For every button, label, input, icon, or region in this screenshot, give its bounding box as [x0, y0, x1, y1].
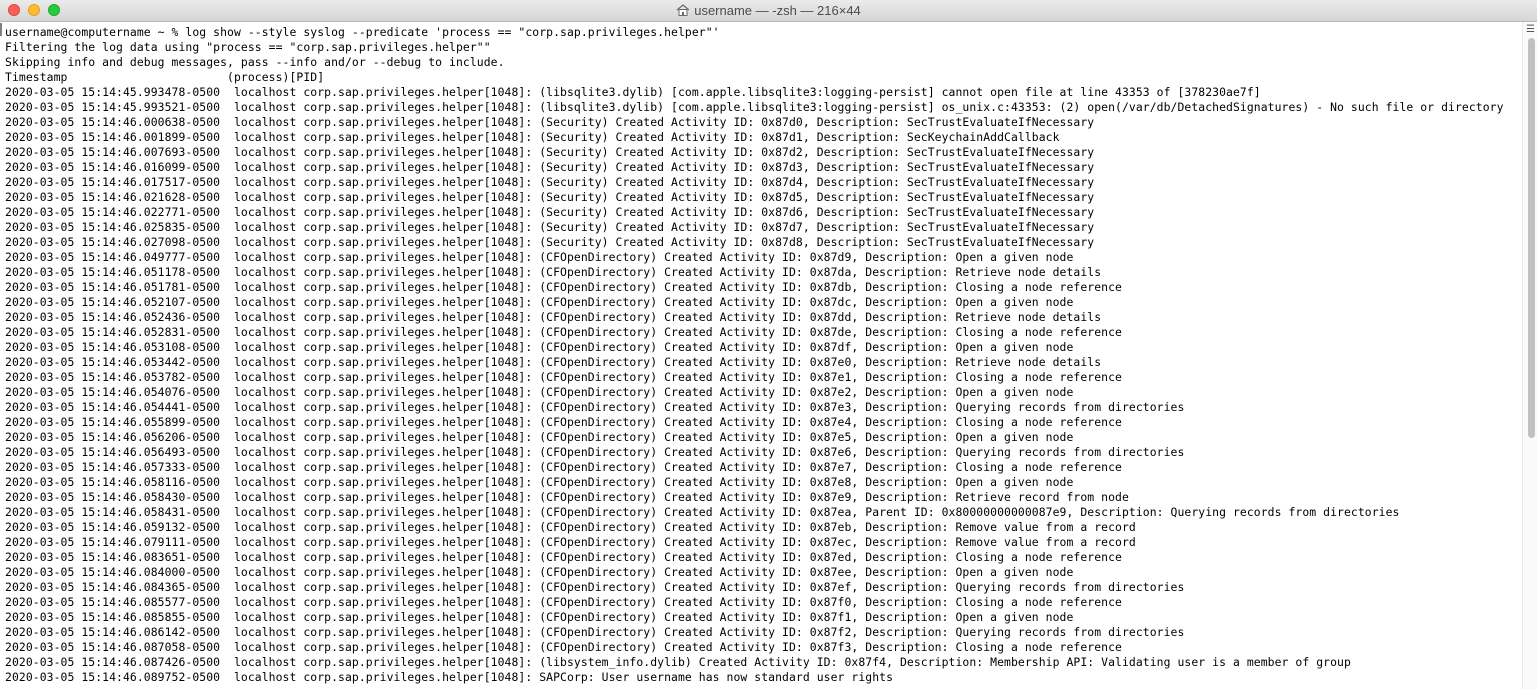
- log-line: 2020-03-05 15:14:46.025835-0500 localhos…: [5, 220, 1095, 234]
- log-line: 2020-03-05 15:14:46.052436-0500 localhos…: [5, 310, 1102, 324]
- log-line: 2020-03-05 15:14:46.086142-0500 localhos…: [5, 625, 1185, 639]
- log-line: 2020-03-05 15:14:46.056493-0500 localhos…: [5, 445, 1185, 459]
- log-header-line: Timestamp (process)[PID]: [5, 70, 325, 84]
- log-line: 2020-03-05 15:14:46.000638-0500 localhos…: [5, 115, 1095, 129]
- log-line: 2020-03-05 15:14:46.058431-0500 localhos…: [5, 505, 1400, 519]
- log-line: 2020-03-05 15:14:46.016099-0500 localhos…: [5, 160, 1095, 174]
- log-line: 2020-03-05 15:14:46.058430-0500 localhos…: [5, 490, 1129, 504]
- log-line: 2020-03-05 15:14:46.021628-0500 localhos…: [5, 190, 1095, 204]
- log-line: 2020-03-05 15:14:46.089752-0500 localhos…: [5, 670, 894, 684]
- log-line: 2020-03-05 15:14:46.054076-0500 localhos…: [5, 385, 1074, 399]
- log-line: 2020-03-05 15:14:46.051178-0500 localhos…: [5, 265, 1102, 279]
- log-line: Filtering the log data using "process ==…: [5, 40, 491, 54]
- log-line: 2020-03-05 15:14:45.993478-0500 localhos…: [5, 85, 1261, 99]
- log-line: 2020-03-05 15:14:46.055899-0500 localhos…: [5, 415, 1122, 429]
- log-line: 2020-03-05 15:14:46.054441-0500 localhos…: [5, 400, 1185, 414]
- window-title: username — -zsh — 216×44: [694, 3, 861, 18]
- log-line: 2020-03-05 15:14:46.087426-0500 localhos…: [5, 655, 1351, 669]
- log-line: 2020-03-05 15:14:46.007693-0500 localhos…: [5, 145, 1095, 159]
- log-line: 2020-03-05 15:14:46.053442-0500 localhos…: [5, 355, 1102, 369]
- log-line: 2020-03-05 15:14:46.001899-0500 localhos…: [5, 130, 1060, 144]
- log-line: 2020-03-05 15:14:46.057333-0500 localhos…: [5, 460, 1122, 474]
- log-line: 2020-03-05 15:14:46.051781-0500 localhos…: [5, 280, 1122, 294]
- log-line: 2020-03-05 15:14:46.085855-0500 localhos…: [5, 610, 1074, 624]
- log-line: 2020-03-05 15:14:46.079111-0500 localhos…: [5, 535, 1136, 549]
- log-line: 2020-03-05 15:14:46.052107-0500 localhos…: [5, 295, 1074, 309]
- log-line: 2020-03-05 15:14:46.083651-0500 localhos…: [5, 550, 1122, 564]
- terminal-window: username — -zsh — 216×44 username@comput…: [0, 0, 1537, 689]
- log-line: 2020-03-05 15:14:46.053108-0500 localhos…: [5, 340, 1074, 354]
- log-line: 2020-03-05 15:14:46.059132-0500 localhos…: [5, 520, 1136, 534]
- log-line: 2020-03-05 15:14:46.022771-0500 localhos…: [5, 205, 1095, 219]
- log-line: 2020-03-05 15:14:46.052831-0500 localhos…: [5, 325, 1122, 339]
- log-line: 2020-03-05 15:14:46.085577-0500 localhos…: [5, 595, 1122, 609]
- log-line: 2020-03-05 15:14:46.053782-0500 localhos…: [5, 370, 1122, 384]
- log-line: 2020-03-05 15:14:45.993521-0500 localhos…: [5, 100, 1504, 114]
- vertical-scrollbar[interactable]: ☰: [1522, 22, 1537, 689]
- log-line: 2020-03-05 15:14:46.087058-0500 localhos…: [5, 640, 1122, 654]
- scrollbar-thumb[interactable]: [1528, 38, 1535, 438]
- split-pane-icon[interactable]: ☰: [1525, 24, 1536, 35]
- log-line: 2020-03-05 15:14:46.084000-0500 localhos…: [5, 565, 1074, 579]
- log-line: 2020-03-05 15:14:46.027098-0500 localhos…: [5, 235, 1095, 249]
- log-line: 2020-03-05 15:14:46.084365-0500 localhos…: [5, 580, 1185, 594]
- home-icon: [676, 4, 690, 16]
- window-title-wrapper: username — -zsh — 216×44: [0, 3, 1537, 19]
- log-line: 2020-03-05 15:14:46.049777-0500 localhos…: [5, 250, 1074, 264]
- title-bar[interactable]: username — -zsh — 216×44: [0, 0, 1537, 22]
- log-line: 2020-03-05 15:14:46.058116-0500 localhos…: [5, 475, 1074, 489]
- command-line: username@computername ~ % log show --sty…: [5, 25, 720, 39]
- log-line: 2020-03-05 15:14:46.017517-0500 localhos…: [5, 175, 1095, 189]
- terminal-output[interactable]: username@computername ~ % log show --sty…: [0, 22, 1520, 689]
- log-line: 2020-03-05 15:14:46.056206-0500 localhos…: [5, 430, 1074, 444]
- log-line: Skipping info and debug messages, pass -…: [5, 55, 505, 69]
